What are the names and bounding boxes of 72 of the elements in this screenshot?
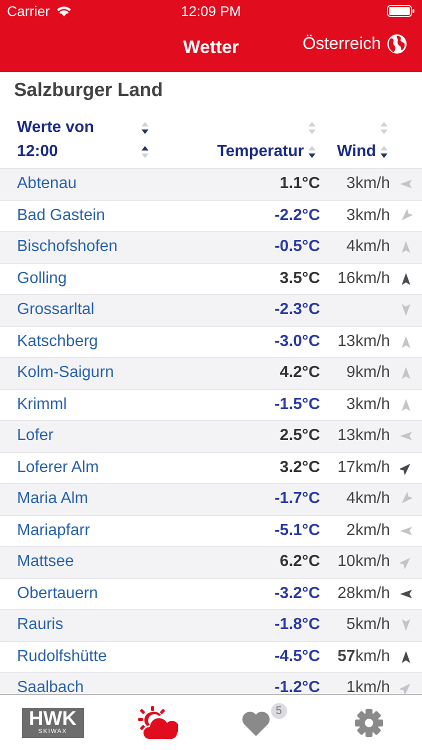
sort-icon[interactable] [141,145,149,159]
globe-icon [386,33,408,55]
sun-cloud-icon [138,706,178,740]
temperature-cell-text: 1.1°C [280,175,321,194]
region-button[interactable]: Österreich [302,33,408,55]
temperature-cell-text: -0.5°C [274,238,321,256]
wind-speed-cell: 5km/h [346,616,390,634]
station-name[interactable]: Lofer [17,427,54,446]
temperature-cell-text: -1.5°C [274,396,321,414]
temperature-cell-text: 3.2°C [280,458,321,477]
temperature-cell-text: 4.2°C [280,364,321,382]
tab-bar-item[interactable]: 5 [211,703,316,742]
temperature-cell-text: -4.5°C [274,648,321,666]
station-name[interactable]: Grossarltal [17,301,94,320]
wind-speed-cell: 4km/h [346,490,390,508]
temperature-cell-text: -3.0°C [274,332,321,351]
favorites-count-badge: 5 [270,703,287,719]
wind-speed-cell: 13km/h [338,332,390,350]
battery-icon [387,5,415,17]
station-name[interactable]: Krimml [17,396,67,414]
station-name[interactable]: Rauris [17,616,64,634]
temperature-cell-text: -2.2°C [274,206,321,225]
logo-text: HWK [28,708,77,728]
temperature-cell-text: -1.8°C [274,616,321,634]
station-name[interactable]: Bischofshofen [17,238,118,256]
wind-speed-cell: 3km/h [346,206,390,224]
wind-speed-cell: 10km/h [338,553,390,570]
column-header[interactable]: Temperatur [217,143,304,161]
sort-icon[interactable] [380,145,388,159]
temperature-cell-text: -5.1°C [274,522,321,540]
wifi-icon [56,5,72,17]
station-name[interactable]: Abtenau [17,175,77,194]
station-name[interactable]: Obertauern [17,584,98,603]
temperature-cell-text: -1.7°C [274,490,321,508]
station-name[interactable]: Mattsee [17,553,74,572]
carrier-label: Carrier [7,3,50,19]
settings-icon [354,708,384,738]
heart-icon [240,711,271,737]
wind-speed-cell: 9km/h [346,364,390,382]
region-heading: Salzburger Land [13,79,164,103]
temperature-cell-text: 3.5°C [280,270,321,288]
wind-speed-cell: 16km/h [338,270,390,287]
clock-time: 12:09 PM [180,3,242,19]
column-header[interactable]: Werte von [17,119,94,137]
station-name[interactable]: Bad Gastein [17,206,106,225]
station-name[interactable]: Katschberg [17,332,98,351]
screen-title: Wetter [183,36,239,58]
station-name[interactable]: Kolm-Saigurn [17,364,114,382]
wind-speed-cell: 4km/h [346,238,390,256]
wind-speed-cell: 3km/h [346,175,390,192]
wind-speed-cell: 57km/h [338,648,390,665]
column-header[interactable]: 12:00 [17,143,58,161]
wind-speed-cell: 3km/h [346,396,390,413]
station-name[interactable]: Golling [17,270,67,288]
station-name[interactable]: Loferer Alm [17,458,99,477]
wind-speed-cell: 1km/h [346,679,390,694]
temperature-cell-text: 6.2°C [280,553,321,572]
temperature-cell-text: -1.2°C [274,679,321,694]
temperature-cell-text: -3.2°C [274,584,321,603]
wind-speed-cell: 13km/h [338,427,390,444]
wind-speed-cell: 17km/h [338,458,390,476]
station-name[interactable]: Rudolfshütte [17,648,107,666]
sort-icon[interactable] [308,145,316,159]
station-name[interactable]: Maria Alm [17,490,88,508]
temperature-cell-text: -2.3°C [274,301,321,320]
wind-speed-cell: 28km/h [338,584,390,602]
column-header[interactable]: Wind [337,143,376,161]
temperature-cell-text: 2.5°C [280,427,321,446]
sort-icon[interactable] [141,121,149,135]
station-name[interactable]: Saalbach [17,679,84,694]
station-name[interactable]: Mariapfarr [17,522,90,540]
wind-speed-cell: 2km/h [346,522,390,539]
